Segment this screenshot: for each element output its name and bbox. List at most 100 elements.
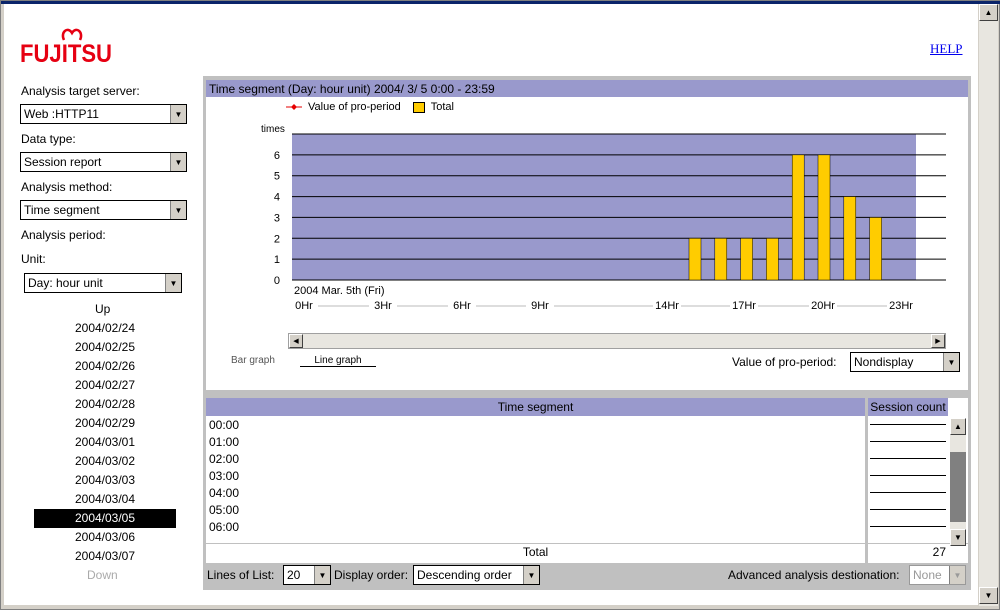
period-label: Analysis period: xyxy=(21,228,106,242)
date-item[interactable]: 2004/02/29 xyxy=(34,414,176,433)
method-select[interactable]: Time segment ▼ xyxy=(20,200,187,220)
scroll-up-icon[interactable]: ▲ xyxy=(979,4,998,21)
chevron-down-icon: ▼ xyxy=(165,274,181,292)
scroll-down-icon[interactable]: ▼ xyxy=(979,587,998,604)
scroll-right-icon[interactable]: ▶ xyxy=(931,334,945,348)
table-row: 03:00 xyxy=(209,469,240,483)
bar-chart: 0 1 2 3 4 5 6 times 2004 Mar. 5th (Fri) 0Hr 3Hr 6Hr… xyxy=(261,124,946,312)
x-tick-label: 6Hr xyxy=(453,300,471,312)
x-tick-label: 3Hr xyxy=(374,300,392,312)
scroll-thumb[interactable] xyxy=(950,452,966,522)
date-item[interactable]: 2004/03/07 xyxy=(34,547,176,566)
date-item[interactable]: 2004/03/02 xyxy=(34,452,176,471)
date-item[interactable]: 2004/02/27 xyxy=(34,376,176,395)
count-cell xyxy=(870,424,946,425)
column-divider xyxy=(865,398,868,563)
chart-panel: Time segment (Day: hour unit) 2004/ 3/ 5… xyxy=(206,80,968,390)
bar xyxy=(869,217,882,281)
bar-legend-icon xyxy=(412,101,425,113)
datatype-select[interactable]: Session report ▼ xyxy=(20,152,187,172)
date-item[interactable]: 2004/03/04 xyxy=(34,490,176,509)
bottom-toolbar: Lines of List: 20 ▼ Display order: Desce… xyxy=(203,563,971,589)
properiod-select[interactable]: Nondisplay ▼ xyxy=(850,352,960,372)
date-item[interactable]: 2004/02/24 xyxy=(34,319,176,338)
line-legend-icon xyxy=(286,104,302,110)
count-cell xyxy=(870,458,946,459)
date-item[interactable]: 2004/03/05 xyxy=(34,509,176,528)
date-item[interactable]: 2004/03/06 xyxy=(34,528,176,547)
bar xyxy=(791,154,805,281)
y-tick-label: 6 xyxy=(274,150,280,162)
page-content: FUJITSU HELP Analysis target server: Web… xyxy=(4,4,978,605)
unit-select[interactable]: Day: hour unit ▼ xyxy=(24,273,182,293)
x-tick-label: 20Hr xyxy=(811,300,835,312)
up-link[interactable]: Up xyxy=(95,302,110,316)
down-link[interactable]: Down xyxy=(87,568,118,582)
bar xyxy=(766,238,779,281)
y-tick-label: 5 xyxy=(274,171,280,183)
unit-label: Unit: xyxy=(21,252,46,266)
count-cell xyxy=(870,441,946,442)
server-select-value: Web :HTTP11 xyxy=(24,107,99,121)
table-row: 06:00 xyxy=(209,520,240,534)
bar xyxy=(843,196,857,281)
method-label: Analysis method: xyxy=(21,180,113,194)
unit-select-value: Day: hour unit xyxy=(28,276,103,290)
analysis-panel: Time segment (Day: hour unit) 2004/ 3/ 5… xyxy=(203,76,971,590)
destination-select[interactable]: None ▼ xyxy=(909,565,966,585)
bar xyxy=(714,238,728,281)
page-vertical-scrollbar[interactable]: ▲ ▼ xyxy=(979,4,998,606)
y-tick-label: 0 xyxy=(274,275,280,287)
date-item[interactable]: 2004/02/26 xyxy=(34,357,176,376)
help-link[interactable]: HELP xyxy=(930,41,963,57)
x-tick-label: 17Hr xyxy=(732,300,756,312)
datatype-select-value: Session report xyxy=(24,155,102,169)
svg-text:FUJITSU: FUJITSU xyxy=(20,40,112,68)
session-table: Time segment Session count 00:00 01:00 02:… xyxy=(206,398,968,563)
count-cell xyxy=(870,509,946,510)
bar xyxy=(817,154,831,281)
count-cell xyxy=(870,492,946,493)
table-row: 01:00 xyxy=(209,435,240,449)
x-tick-label: 0Hr xyxy=(295,300,313,312)
legend-label-total: Total xyxy=(430,101,454,113)
server-select[interactable]: Web :HTTP11 ▼ xyxy=(20,104,187,124)
scroll-left-icon[interactable]: ◀ xyxy=(289,334,303,348)
table-row: 05:00 xyxy=(209,503,240,517)
chevron-down-icon: ▼ xyxy=(523,566,539,584)
chevron-down-icon: ▼ xyxy=(314,566,330,584)
total-divider xyxy=(206,543,968,544)
date-item[interactable]: 2004/03/01 xyxy=(34,433,176,452)
x-tick-label: 9Hr xyxy=(531,300,549,312)
x-tick-label: 14Hr xyxy=(655,300,679,312)
y-axis-label: times xyxy=(261,124,285,135)
properiod-select-value: Nondisplay xyxy=(854,355,914,369)
server-label: Analysis target server: xyxy=(21,84,140,98)
line-graph-link[interactable]: Line graph xyxy=(300,355,376,367)
bar-graph-link[interactable]: Bar graph xyxy=(231,355,275,366)
chevron-down-icon: ▼ xyxy=(949,566,965,584)
column-header-count: Session count xyxy=(868,398,948,416)
y-tick-label: 4 xyxy=(274,192,280,204)
date-item[interactable]: 2004/02/25 xyxy=(34,338,176,357)
order-select[interactable]: Descending order ▼ xyxy=(413,565,540,585)
scroll-up-icon[interactable]: ▲ xyxy=(950,418,966,435)
date-item[interactable]: 2004/02/28 xyxy=(34,395,176,414)
bar xyxy=(688,238,702,281)
chart-horizontal-scrollbar[interactable]: ◀ ▶ xyxy=(288,333,946,349)
destination-select-value: None xyxy=(913,568,942,582)
legend-label-properiod: Value of pro-period xyxy=(308,101,401,113)
properiod-label: Value of pro-period: xyxy=(732,355,837,369)
lines-select[interactable]: 20 ▼ xyxy=(283,565,331,585)
date-item[interactable]: 2004/03/03 xyxy=(34,471,176,490)
date-axis-label: 2004 Mar. 5th (Fri) xyxy=(294,285,384,297)
chevron-down-icon: ▼ xyxy=(170,201,186,219)
table-row: 04:00 xyxy=(209,486,240,500)
chevron-down-icon: ▼ xyxy=(943,353,959,371)
method-select-value: Time segment xyxy=(24,203,100,217)
y-tick-label: 3 xyxy=(274,212,280,224)
table-scrollbar[interactable]: ▲ ▼ xyxy=(950,418,966,546)
lines-label: Lines of List: xyxy=(207,568,275,582)
scroll-down-icon[interactable]: ▼ xyxy=(950,529,966,546)
table-row: 02:00 xyxy=(209,452,240,466)
